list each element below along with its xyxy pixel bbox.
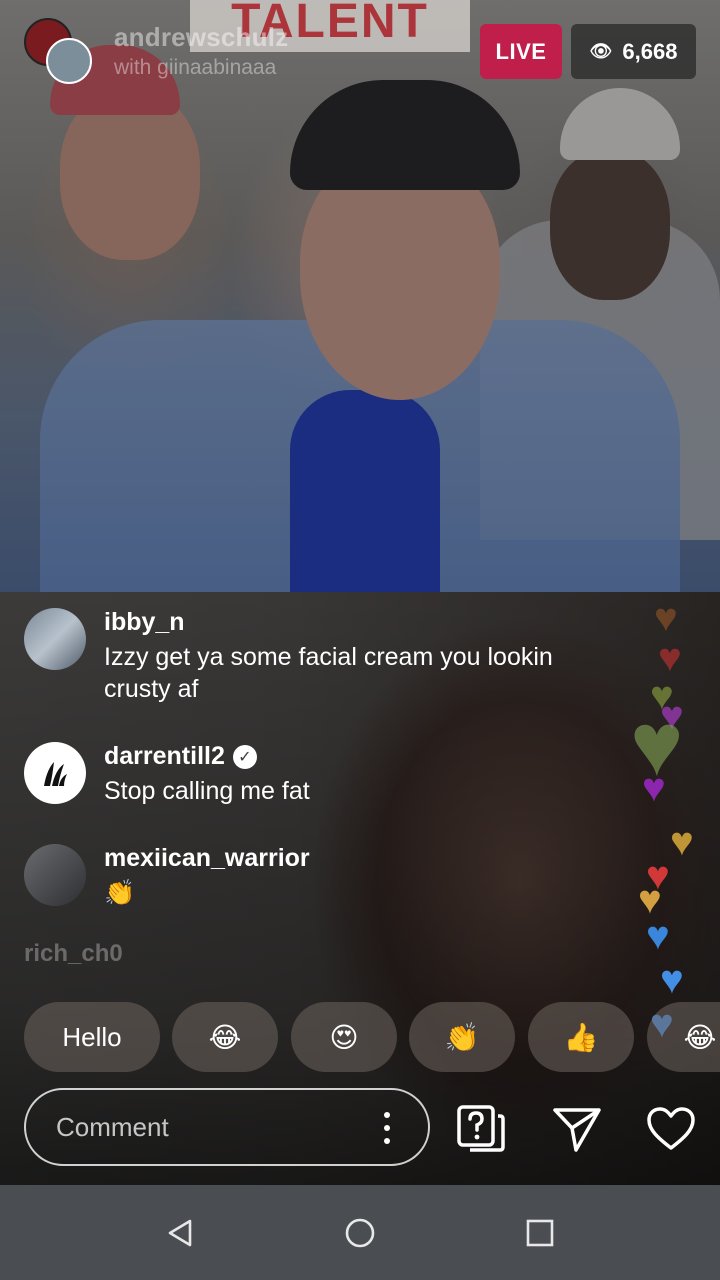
home-icon[interactable] xyxy=(344,1217,376,1249)
darrentill-logo-icon xyxy=(44,762,67,786)
heart-icon: ♥ xyxy=(654,596,678,640)
quick-reaction-heart-eyes[interactable]: 😍 xyxy=(291,1002,397,1072)
heart-outline-icon[interactable] xyxy=(646,1104,696,1154)
comment-text: Stop calling me fat xyxy=(104,777,310,805)
comment-text: Izzy get ya some facial cream you lookin… xyxy=(104,643,553,703)
guest-line[interactable]: with giinaabinaaa xyxy=(114,56,276,80)
comment-input[interactable]: Comment xyxy=(24,1088,430,1166)
host-video: TALENT xyxy=(0,0,720,592)
heart-icon: ♥ xyxy=(642,766,666,810)
avatar[interactable] xyxy=(24,608,86,670)
back-icon[interactable] xyxy=(164,1217,196,1249)
comment-username[interactable]: ibby_n xyxy=(104,608,584,637)
quick-reply-hello[interactable]: Hello xyxy=(24,1002,160,1072)
comment-item[interactable]: darrentill2 ✓ Stop calling me fat xyxy=(24,730,584,807)
comment-item[interactable]: ibby_n Izzy get ya some facial cream you… xyxy=(24,596,584,705)
blue-tshirt xyxy=(290,390,440,592)
person-left xyxy=(60,90,200,260)
quick-reaction-laughing[interactable]: 😂 xyxy=(172,1002,278,1072)
avatar[interactable] xyxy=(24,742,86,804)
black-cap xyxy=(290,80,520,190)
quick-reaction-laughing-2[interactable]: 😂 xyxy=(647,1002,720,1072)
host-username[interactable]: andrewschulz xyxy=(114,22,288,53)
faded-comment-username: rich_ch0 xyxy=(24,940,123,967)
heart-icon: ♥ xyxy=(658,636,682,680)
avatar[interactable] xyxy=(24,844,86,906)
guest-avatar[interactable] xyxy=(46,38,92,84)
viewer-count-badge[interactable]: 👁 6,668 xyxy=(571,24,696,79)
viewer-count: 6,668 xyxy=(622,38,678,64)
comment-text: 👏 xyxy=(104,879,136,907)
comment-placeholder: Comment xyxy=(56,1111,169,1142)
quick-reaction-thumbs-up[interactable]: 👍 xyxy=(528,1002,634,1072)
comment-item[interactable]: mexiican_warrior 👏 xyxy=(24,832,584,909)
person-right xyxy=(550,150,670,300)
system-nav-bar xyxy=(0,1185,720,1280)
comment-username[interactable]: darrentill2 ✓ xyxy=(104,742,310,771)
paper-plane-icon[interactable] xyxy=(552,1104,602,1154)
quick-reactions: Hello 😂 😍 👏 👍 😂 xyxy=(24,1002,720,1072)
quick-reaction-clap[interactable]: 👏 xyxy=(409,1002,515,1072)
eye-icon: 👁 xyxy=(589,41,613,61)
comment-username[interactable]: mexiican_warrior xyxy=(104,844,310,873)
verified-badge-icon: ✓ xyxy=(232,744,257,769)
question-sticker-icon[interactable] xyxy=(456,1104,506,1154)
heart-icon: ♥ xyxy=(646,914,670,958)
grey-cap xyxy=(560,88,680,160)
recents-icon[interactable] xyxy=(524,1217,556,1249)
heart-icon: ♥ xyxy=(660,958,684,1002)
live-badge: LIVE xyxy=(480,24,562,79)
kebab-icon[interactable] xyxy=(384,1112,390,1144)
heart-icon: ♥ xyxy=(670,820,694,864)
